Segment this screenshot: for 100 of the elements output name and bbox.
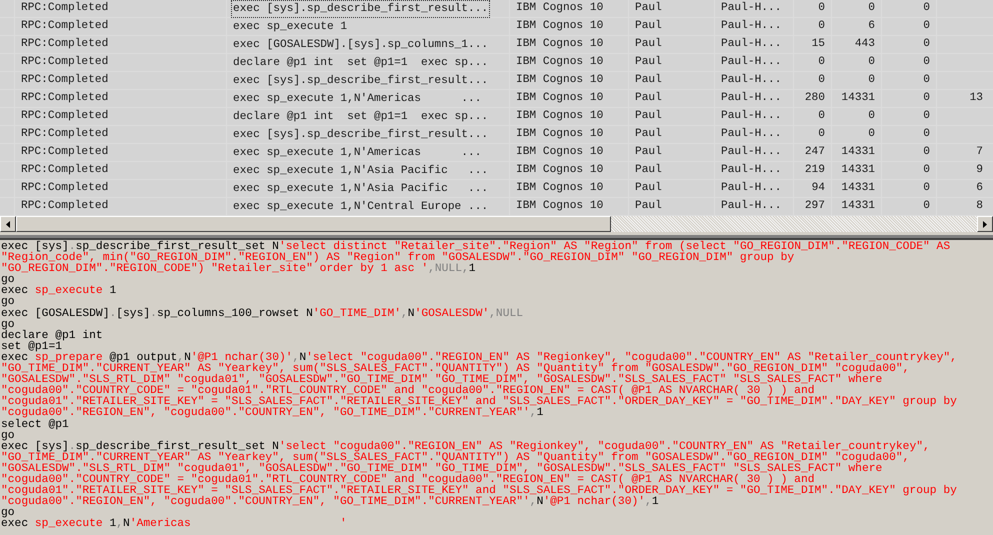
- application-name-cell: IBM Cognos 10: [516, 56, 604, 68]
- event-class-cell: RPC:Completed: [21, 146, 108, 158]
- writes-cell: 0: [923, 128, 930, 140]
- host-name-cell: Paul-H...: [721, 20, 782, 32]
- sql-line: "GOSALESDW"."SLS_RTL_DIM" "coguda01", "GOSALESDW"."GO_TIME_DIM" "GO_TIME_DIM", "GOSALESDW"."SLS_SALES_FACT" "SLS_SALES_FACT" where: [1, 464, 882, 475]
- sql-line: declare @p1 int: [1, 330, 103, 342]
- text-data-cell-text: exec sp_execute 1,N'Asia Pacific ...: [232, 182, 490, 197]
- text-data-cell-text: exec sp_execute 1: [232, 20, 348, 35]
- table-cell: 7: [976, 146, 983, 158]
- text-data-cell-text: exec sp_execute 1,N'Americas ...: [232, 92, 482, 107]
- host-name-cell: Paul-H...: [721, 74, 782, 86]
- sql-line: go: [1, 297, 15, 309]
- cpu-cell: 0: [818, 110, 825, 122]
- sql-line: set @p1=1: [1, 342, 62, 353]
- cpu-cell: 15: [812, 38, 825, 50]
- sql-line: "coguda00"."REGION_EN", "coguda00"."COUNTRY_EN", "GO_TIME_DIM"."CURRENT_YEAR"',1: [1, 408, 544, 420]
- sql-line: exec sp_execute 1: [1, 286, 116, 298]
- application-name-cell: IBM Cognos 10: [516, 146, 604, 158]
- cpu-cell: 0: [818, 74, 825, 86]
- sql-line: "GO_REGION_DIM"."REGION_CODE") "Retailer_site" order by 1 asc ',NULL,1: [1, 264, 476, 276]
- login-name-cell: Paul: [635, 2, 662, 14]
- event-class-cell: RPC:Completed: [21, 2, 108, 14]
- writes-cell: 0: [923, 110, 930, 122]
- application-name-cell: IBM Cognos 10: [516, 74, 604, 86]
- login-name-cell: Paul: [635, 56, 662, 68]
- text-data-cell: exec [sys].sp_describe_first_result...: [231, 0, 490, 18]
- sql-line: go: [1, 275, 15, 286]
- application-name-cell: IBM Cognos 10: [516, 92, 604, 104]
- sql-line: exec [GOSALESDW].[sys].sp_columns_100_rowset N'GO_TIME_DIM',N'GOSALESDW',NULL: [1, 308, 524, 320]
- reads-cell: 0: [868, 128, 875, 140]
- event-class-cell: RPC:Completed: [21, 20, 108, 32]
- cpu-cell: 219: [804, 164, 825, 176]
- host-name-cell: Paul-H...: [721, 128, 782, 140]
- writes-cell: 0: [923, 182, 930, 194]
- host-name-cell: Paul-H...: [721, 146, 782, 158]
- event-class-cell: RPC:Completed: [21, 74, 108, 86]
- event-class-cell: RPC:Completed: [21, 56, 108, 68]
- scroll-right-button[interactable]: [977, 216, 993, 232]
- host-name-cell: Paul-H...: [721, 200, 782, 212]
- sql-line: "GO_TIME_DIM"."CURRENT_YEAR" AS "Yearkey", sum("SLS_SALES_FACT"."QUANTITY") AS "Quantity" from "GOSALESDW"."GO_REGION_DIM" "coguda00",: [1, 452, 910, 464]
- table-cell: 8: [976, 200, 983, 212]
- cpu-cell: 0: [818, 56, 825, 68]
- host-name-cell: Paul-H...: [721, 92, 782, 104]
- table-cell: 9: [976, 164, 983, 176]
- text-data-cell-text: exec sp_execute 1,N'Asia Pacific ...: [232, 164, 490, 179]
- event-class-cell: RPC:Completed: [21, 92, 108, 104]
- text-data-cell-text: exec sp_execute 1,N'Central Europe ...: [232, 200, 490, 215]
- event-class-cell: RPC:Completed: [21, 110, 108, 122]
- cpu-cell: 280: [804, 92, 825, 104]
- login-name-cell: Paul: [635, 20, 662, 32]
- login-name-cell: Paul: [635, 38, 662, 50]
- reads-cell: 0: [868, 2, 875, 14]
- login-name-cell: Paul: [635, 128, 662, 140]
- right-arrow-icon: [983, 220, 987, 228]
- application-name-cell: IBM Cognos 10: [516, 110, 604, 122]
- host-name-cell: Paul-H...: [721, 38, 782, 50]
- application-name-cell: IBM Cognos 10: [516, 20, 604, 32]
- host-name-cell: Paul-H...: [721, 2, 782, 14]
- login-name-cell: Paul: [635, 110, 662, 122]
- writes-cell: 0: [923, 146, 930, 158]
- table-cell: 6: [976, 182, 983, 194]
- text-data-cell-text: exec [sys].sp_describe_first_result...: [232, 74, 490, 89]
- application-name-cell: IBM Cognos 10: [516, 164, 604, 176]
- host-name-cell: Paul-H...: [721, 164, 782, 176]
- event-class-cell: RPC:Completed: [21, 38, 108, 50]
- host-name-cell: Paul-H...: [721, 182, 782, 194]
- application-name-cell: IBM Cognos 10: [516, 38, 604, 50]
- sql-line: exec sp_execute 1,N'Americas ': [1, 519, 347, 530]
- writes-cell: 0: [923, 74, 930, 86]
- sql-line: exec [sys].sp_describe_first_result_set N'select "coguda00"."REGION_EN" AS "Regionkey", "coguda00"."COUNTRY_EN" AS "Retailer_countrykey",: [1, 442, 930, 453]
- application-name-cell: IBM Cognos 10: [516, 2, 604, 14]
- sql-line: go: [1, 508, 15, 520]
- host-name-cell: Paul-H...: [721, 110, 782, 122]
- reads-cell: 14331: [841, 200, 875, 212]
- sql-line: go: [1, 320, 15, 331]
- cpu-cell: 297: [804, 200, 825, 212]
- writes-cell: 0: [923, 2, 930, 14]
- host-name-cell: Paul-H...: [721, 56, 782, 68]
- left-arrow-icon: [6, 220, 10, 228]
- text-data-cell-text: declare @p1 int set @p1=1 exec sp...: [232, 56, 490, 71]
- cpu-cell: 94: [812, 182, 825, 194]
- event-class-cell: RPC:Completed: [21, 128, 108, 140]
- writes-cell: 0: [923, 200, 930, 212]
- login-name-cell: Paul: [635, 92, 662, 104]
- reads-cell: 0: [868, 110, 875, 122]
- cpu-cell: 0: [818, 2, 825, 14]
- text-data-cell-text: declare @p1 int set @p1=1 exec sp...: [232, 110, 490, 125]
- reads-cell: 0: [868, 56, 875, 68]
- scroll-left-button[interactable]: [0, 216, 16, 232]
- event-class-cell: RPC:Completed: [21, 182, 108, 194]
- text-data-cell-text: exec [sys].sp_describe_first_result...: [232, 128, 490, 143]
- scrollbar-thumb[interactable]: [16, 216, 611, 232]
- application-name-cell: IBM Cognos 10: [516, 128, 604, 140]
- writes-cell: 0: [923, 38, 930, 50]
- sql-line: exec sp_prepare @p1 output,N'@P1 nchar(30)',N'select "coguda00"."REGION_EN" AS "Regionkey", "coguda00"."COUNTRY_EN" AS "Retailer_countrykey",: [1, 352, 957, 364]
- event-class-cell: RPC:Completed: [21, 164, 108, 176]
- sql-line: select @p1: [1, 420, 69, 431]
- text-data-cell-text: exec [GOSALESDW].[sys].sp_columns_1...: [232, 38, 490, 53]
- reads-cell: 0: [868, 74, 875, 86]
- sql-line: "coguda00"."COUNTRY_CODE" = "coguda01"."RTL_COUNTRY_CODE" and "coguda00"."REGION_EN" = CAST( @P1 AS NVARCHAR( 30 ) ) and: [1, 474, 815, 486]
